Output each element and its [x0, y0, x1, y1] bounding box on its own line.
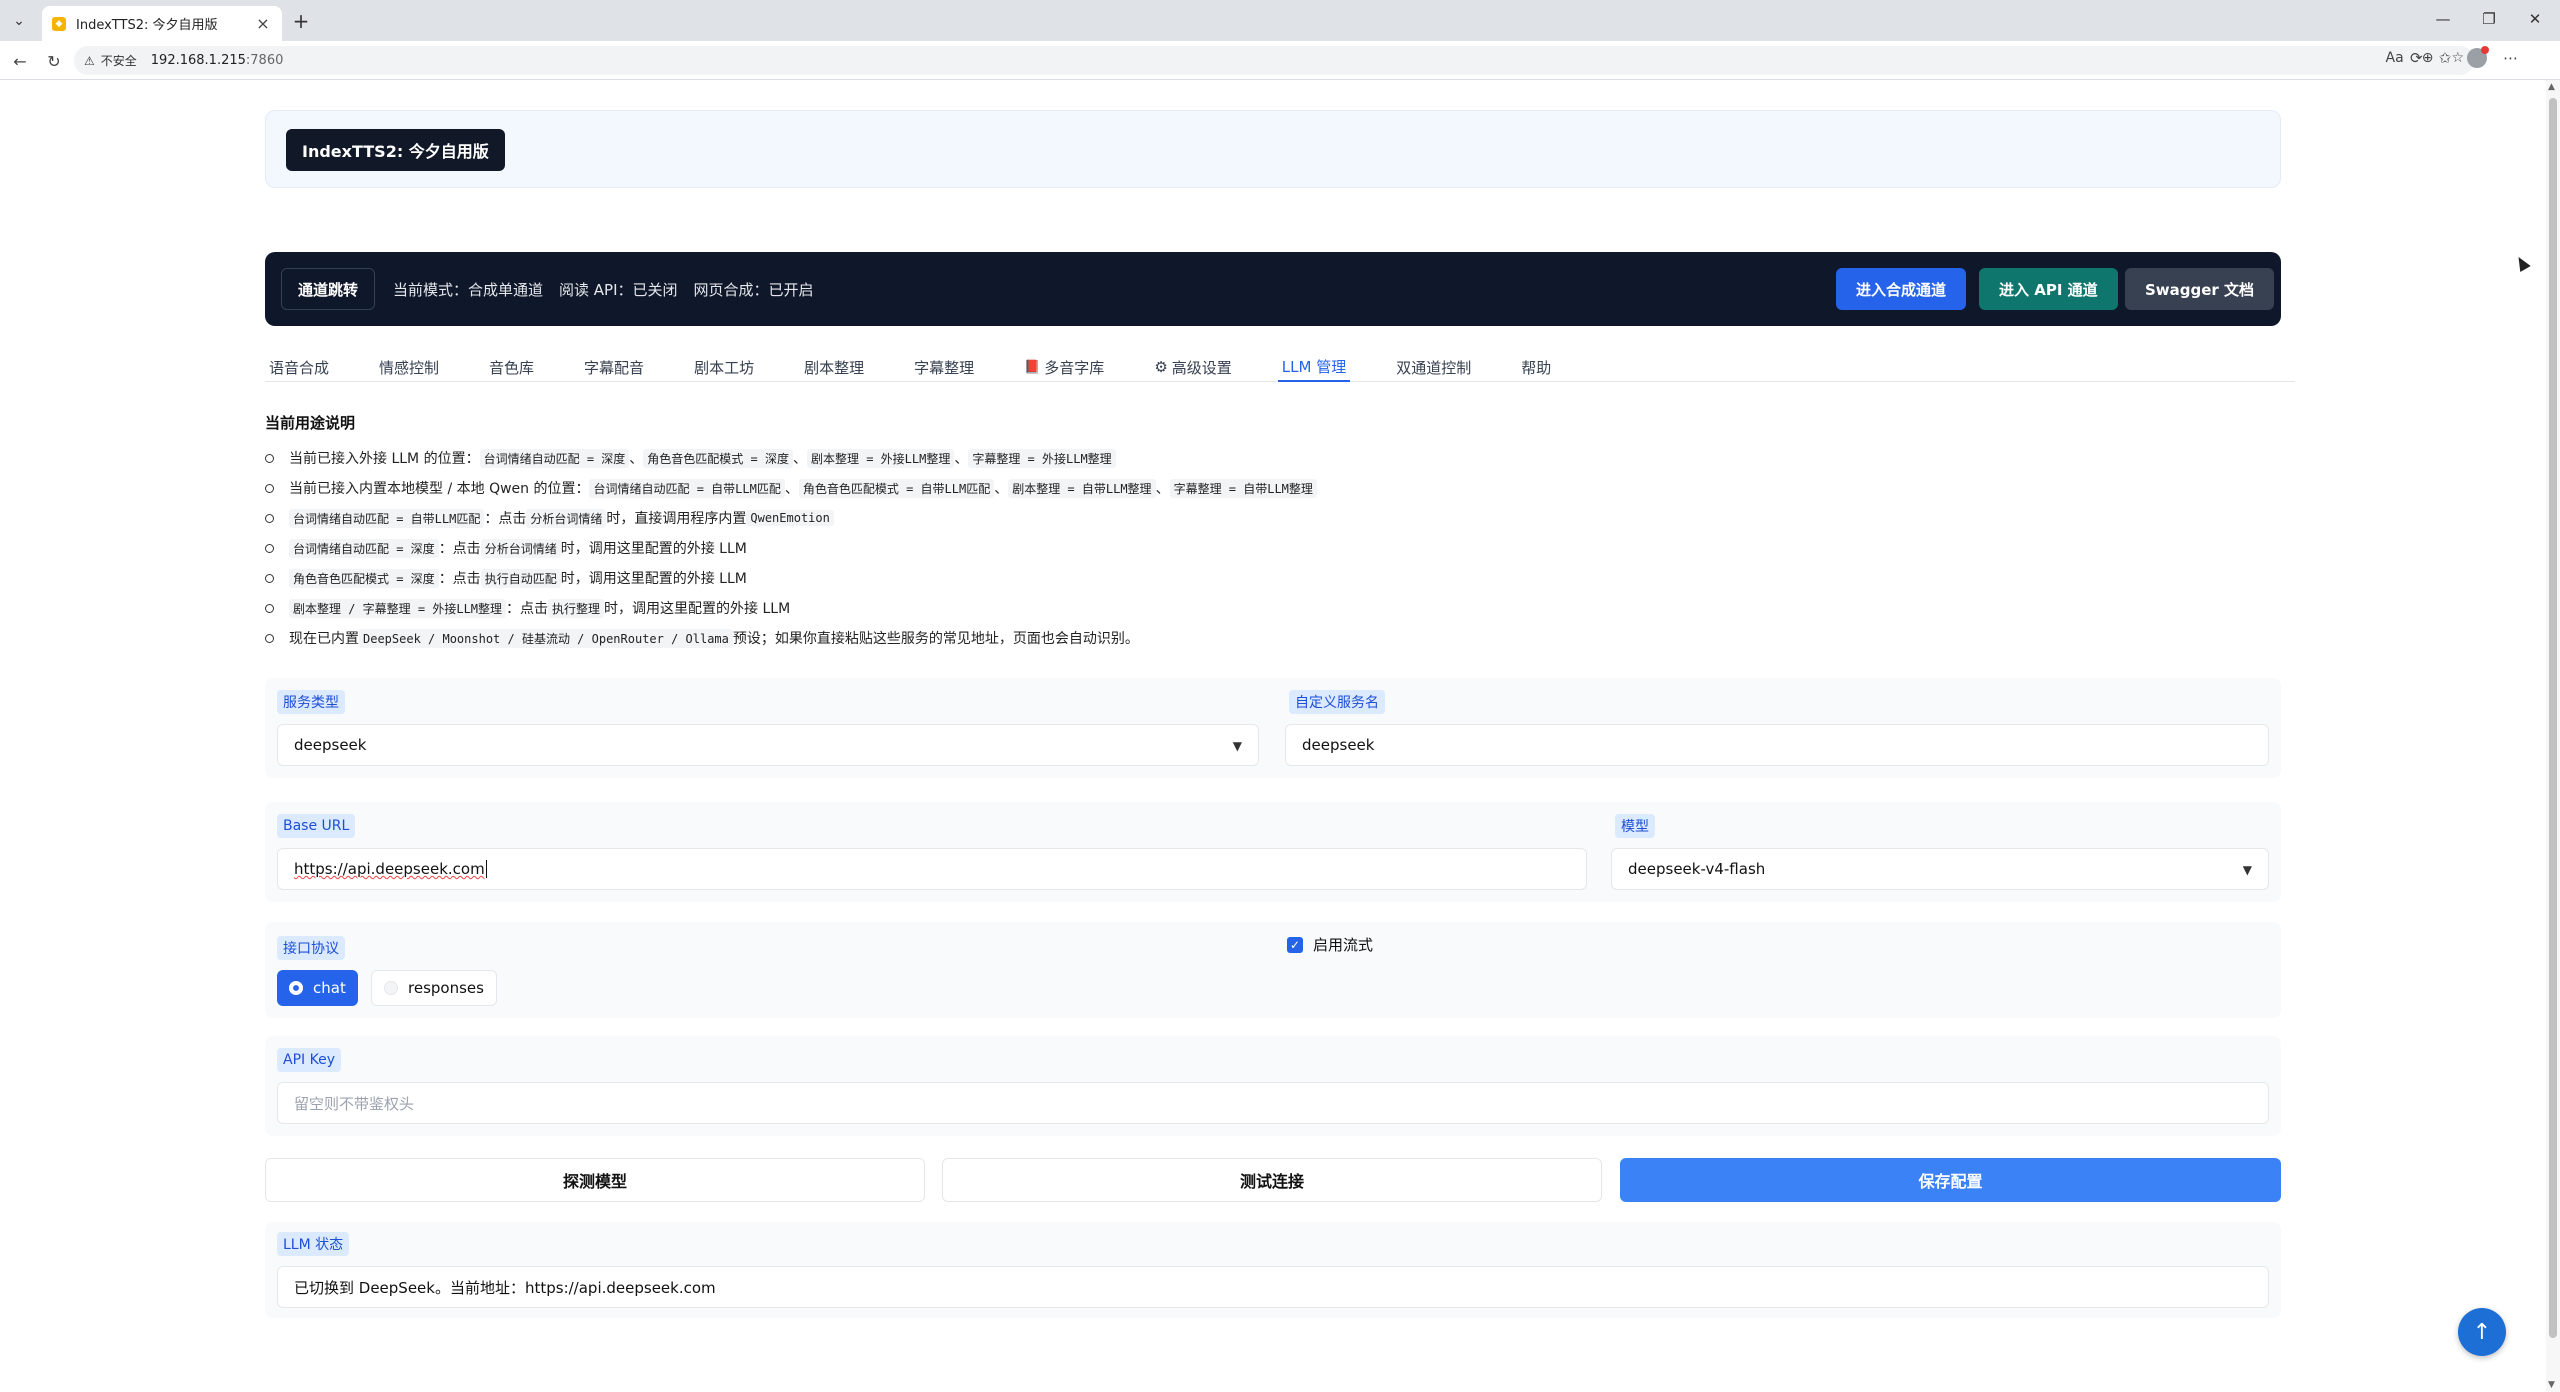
- tab-help[interactable]: 帮助: [1517, 352, 1555, 382]
- usage-title: 当前用途说明: [265, 414, 356, 432]
- protocol-row: 接口协议 chat responses ✓ 启用流式: [265, 922, 2281, 1018]
- endpoint-row: Base URL https://api.deepseek.com 模型 dee…: [265, 802, 2281, 902]
- service-type-select[interactable]: deepseek ▼: [277, 724, 1259, 766]
- model-label: 模型: [1615, 814, 1655, 838]
- usage-list: 当前已接入外接 LLM 的位置： 台词情绪自动匹配 = 深度、 角色音色匹配模式…: [265, 443, 2281, 653]
- base-url-input[interactable]: https://api.deepseek.com: [277, 848, 1587, 890]
- tab-subtitle-cleanup[interactable]: 字幕整理: [910, 352, 978, 382]
- tab-voice-library[interactable]: 音色库: [485, 352, 538, 382]
- list-item: 台词情绪自动匹配 = 自带LLM匹配 ：点击 分析台词情绪 时，直接调用程序内置 Q…: [265, 503, 2281, 533]
- tab-polyphone-library[interactable]: 📕 多音字库: [1020, 352, 1108, 382]
- api-key-label: API Key: [277, 1048, 341, 1072]
- probe-models-button[interactable]: 探测模型: [265, 1158, 925, 1202]
- scrollbar-thumb[interactable]: [2549, 98, 2557, 1338]
- tab-emotion-control[interactable]: 情感控制: [375, 352, 443, 382]
- llm-status-label: LLM 状态: [277, 1232, 350, 1256]
- close-tab-icon[interactable]: ×: [254, 14, 272, 33]
- app-title: IndexTTS2: 今夕自用版: [286, 129, 505, 171]
- channel-control-bar: 通道跳转 当前模式：合成单通道 阅读 API：已关闭 网页合成：已开启 进入合成…: [265, 252, 2281, 326]
- current-mode-text: 当前模式：合成单通道: [393, 280, 544, 299]
- list-item: 角色音色匹配模式 = 深度 ：点击 执行自动匹配 时，调用这里配置的外接 LLM: [265, 563, 2281, 593]
- swagger-docs-button[interactable]: Swagger 文档: [2125, 268, 2275, 310]
- arrow-up-icon: ↑: [2472, 1319, 2492, 1345]
- web-synth-status: 网页合成：已开启: [693, 280, 814, 299]
- list-item: 现在已内置 DeepSeek / Moonshot / 硅基流动 / OpenR…: [265, 623, 2281, 653]
- base-url-label: Base URL: [277, 814, 356, 838]
- test-connection-button[interactable]: 测试连接: [942, 1158, 1602, 1202]
- book-icon: 📕: [1024, 359, 1041, 375]
- dropdown-caret-icon: ▼: [2242, 863, 2252, 877]
- address-toolbar: ← ↻ ⚠ 不安全 192.168.1.215:7860 Aa ⊕ ☆ ⟳ ✩ …: [0, 41, 2560, 80]
- save-config-button[interactable]: 保存配置: [1620, 1158, 2281, 1202]
- tab-advanced-settings[interactable]: ⚙ 高级设置: [1150, 352, 1235, 382]
- list-item: 剧本整理 / 字幕整理 = 外接LLM整理 ：点击 执行整理 时，调用这里配置的外接…: [265, 593, 2281, 623]
- service-type-label: 服务类型: [277, 690, 345, 714]
- window-close-icon[interactable]: ✕: [2512, 6, 2558, 32]
- more-menu-icon[interactable]: ⋯: [2503, 49, 2518, 67]
- llm-status-panel: LLM 状态 已切换到 DeepSeek。当前地址：https://api.de…: [265, 1222, 2281, 1318]
- translate-icon[interactable]: Aa: [2386, 50, 2404, 66]
- browser-tab-title: IndexTTS2: 今夕自用版: [76, 18, 218, 33]
- scroll-up-icon[interactable]: ▲: [2548, 82, 2555, 92]
- new-tab-icon[interactable]: +: [288, 8, 314, 34]
- url-text[interactable]: 192.168.1.215:7860: [151, 53, 284, 68]
- browser-tab-strip: ⌄ ◆ IndexTTS2: 今夕自用版 × + — ❐ ✕: [0, 0, 2560, 41]
- channel-status: 当前模式：合成单通道 阅读 API：已关闭 网页合成：已开启: [393, 252, 814, 326]
- service-row: 服务类型 deepseek ▼ 自定义服务名 deepseek: [265, 678, 2281, 778]
- tab-subtitle-dubbing[interactable]: 字幕配音: [580, 352, 648, 382]
- llm-status-text: 已切换到 DeepSeek。当前地址：https://api.deepseek.…: [277, 1266, 2269, 1308]
- warning-icon[interactable]: ⚠: [84, 54, 95, 68]
- profile-avatar[interactable]: [2467, 46, 2490, 68]
- channel-jump-label: 通道跳转: [281, 268, 376, 310]
- radio-selected-icon: [289, 981, 303, 995]
- scroll-down-icon[interactable]: ▼: [2548, 1380, 2555, 1390]
- gear-icon: ⚙: [1154, 358, 1168, 376]
- protocol-label: 接口协议: [277, 936, 345, 960]
- custom-service-name-input[interactable]: deepseek: [1285, 724, 2269, 766]
- main-tabs: 语音合成 情感控制 音色库 字幕配音 剧本工坊 剧本整理 字幕整理 📕 多音字库 …: [265, 352, 2295, 382]
- insecure-label[interactable]: 不安全: [101, 52, 137, 69]
- tab-speech-synthesis[interactable]: 语音合成: [265, 352, 333, 382]
- minimize-icon[interactable]: —: [2420, 6, 2466, 32]
- protocol-chat-radio[interactable]: chat: [277, 970, 358, 1006]
- api-key-row: API Key 留空则不带鉴权头: [265, 1036, 2281, 1136]
- page-scrollbar[interactable]: ▲ ▼: [2546, 80, 2560, 1392]
- favicon-icon: ◆: [52, 16, 66, 31]
- list-item: 当前已接入内置本地模型 / 本地 Qwen 的位置： 台词情绪自动匹配 = 自带…: [265, 473, 2281, 503]
- extensions-icon[interactable]: ⟳: [2410, 49, 2423, 67]
- custom-service-name-label: 自定义服务名: [1289, 690, 1385, 714]
- enter-api-channel-button[interactable]: 进入 API 通道: [1979, 268, 2118, 310]
- list-item: 当前已接入外接 LLM 的位置： 台词情绪自动匹配 = 深度、 角色音色匹配模式…: [265, 443, 2281, 473]
- checkmark-icon: ✓: [1287, 936, 1303, 953]
- tab-script-cleanup[interactable]: 剧本整理: [800, 352, 868, 382]
- scroll-to-top-button[interactable]: ↑: [2458, 1308, 2506, 1356]
- restore-icon[interactable]: ❐: [2466, 6, 2512, 32]
- address-bar[interactable]: ⚠ 不安全 192.168.1.215:7860 Aa ⊕ ☆: [74, 46, 2474, 75]
- read-api-status: 阅读 API：已关闭: [559, 280, 678, 299]
- usage-notes: 当前用途说明 当前已接入外接 LLM 的位置： 台词情绪自动匹配 = 深度、 角…: [265, 412, 2281, 653]
- tab-script-workshop[interactable]: 剧本工坊: [690, 352, 758, 382]
- app-banner: IndexTTS2: 今夕自用版: [265, 110, 2281, 188]
- enter-synth-channel-button[interactable]: 进入合成通道: [1836, 268, 1967, 310]
- model-select[interactable]: deepseek-v4-flash ▼: [1611, 848, 2269, 890]
- protocol-responses-radio[interactable]: responses: [371, 970, 497, 1006]
- reload-icon[interactable]: ↻: [42, 49, 66, 73]
- back-icon[interactable]: ←: [8, 49, 32, 73]
- tab-list-chevron-icon[interactable]: ⌄: [6, 8, 32, 34]
- toolbar-icons: ⟳ ✩ ⋯: [2410, 46, 2518, 68]
- page: IndexTTS2: 今夕自用版 通道跳转 当前模式：合成单通道 阅读 API：…: [0, 80, 2560, 1392]
- api-key-input[interactable]: 留空则不带鉴权头: [277, 1082, 2269, 1124]
- enable-streaming-checkbox[interactable]: ✓ 启用流式: [1287, 934, 1373, 955]
- tab-llm-management[interactable]: LLM 管理: [1277, 352, 1351, 382]
- favorites-icon[interactable]: ✩: [2439, 49, 2452, 67]
- tab-dual-channel-control[interactable]: 双通道控制: [1392, 352, 1475, 382]
- radio-unselected-icon: [384, 981, 398, 995]
- list-item: 台词情绪自动匹配 = 深度 ：点击 分析台词情绪 时，调用这里配置的外接 LLM: [265, 533, 2281, 563]
- dropdown-caret-icon: ▼: [1232, 739, 1242, 753]
- browser-tab[interactable]: ◆ IndexTTS2: 今夕自用版 ×: [42, 6, 282, 41]
